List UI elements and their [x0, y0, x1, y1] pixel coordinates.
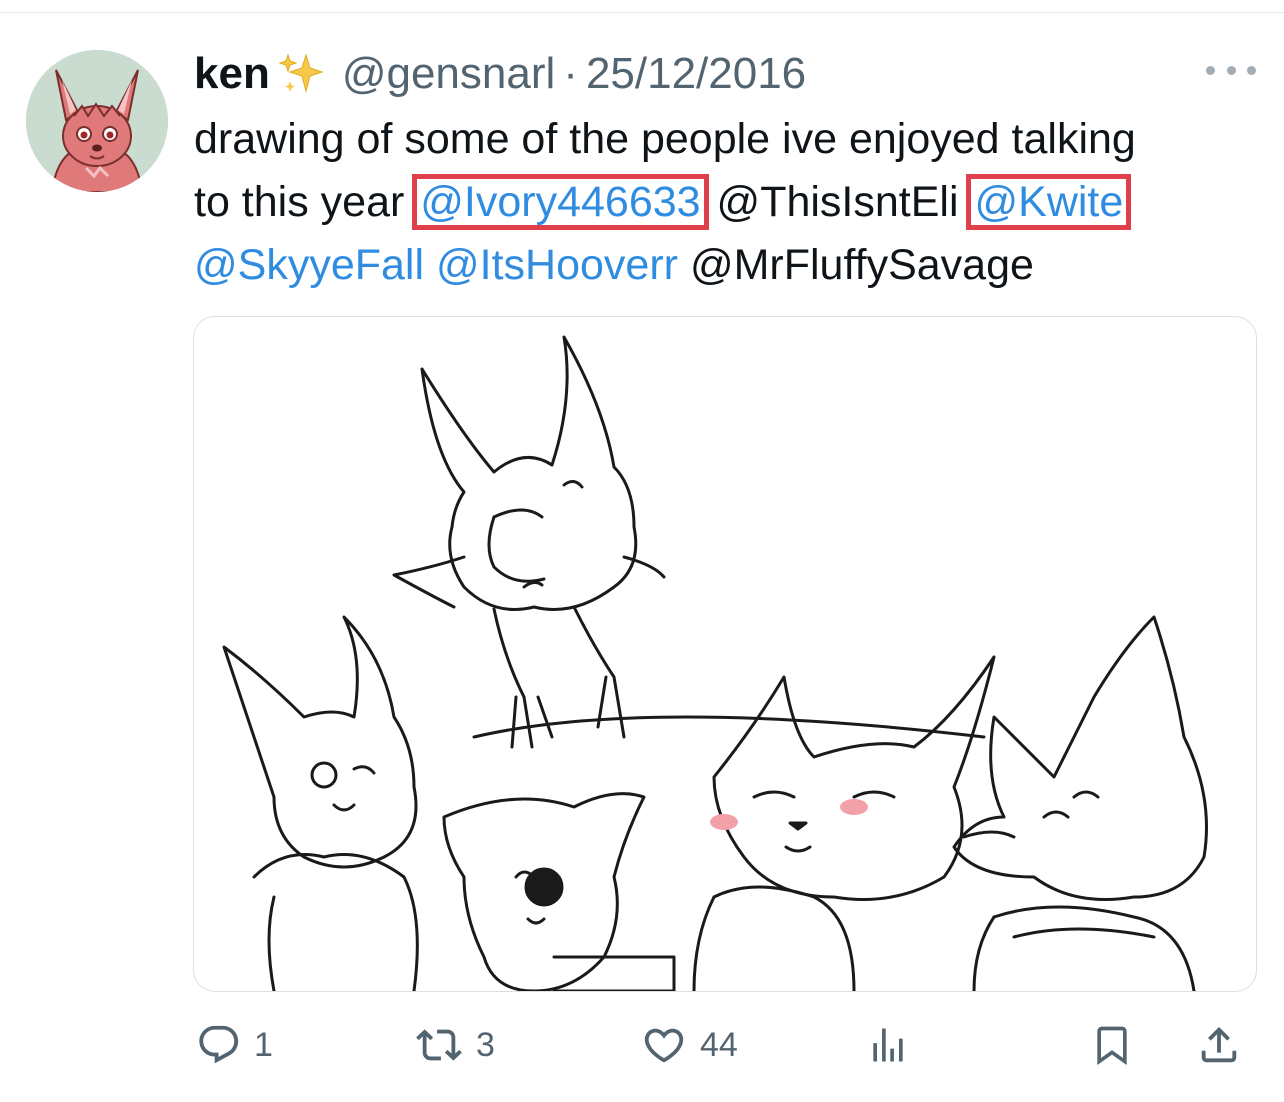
tweet-header: ken @gensnarl · 25/12/2016 [194, 46, 806, 102]
tweet-media[interactable] [193, 316, 1257, 992]
avatar[interactable] [26, 50, 168, 192]
bookmark-button[interactable] [1090, 1022, 1134, 1068]
header-separator: · [563, 49, 578, 98]
retweet-icon [416, 1029, 462, 1061]
bookmark-icon [1097, 1026, 1127, 1066]
mention-itshooverr[interactable]: @ItsHooverr [436, 241, 678, 289]
share-icon [1201, 1026, 1237, 1063]
author-handle[interactable]: @gensnarl [342, 49, 555, 99]
author-name[interactable]: ken [194, 49, 270, 99]
share-button[interactable] [1196, 1022, 1242, 1068]
sparkles-icon [278, 51, 324, 97]
top-divider [0, 12, 1284, 13]
mention-mrfluffysavage[interactable]: @MrFluffySavage [690, 241, 1034, 289]
mention-kwite[interactable]: @Kwite [966, 174, 1132, 230]
tweet-text-line-2: to this year @Ivory446633 @ThisIsntEli @… [194, 171, 1264, 234]
reply-icon [199, 1025, 239, 1064]
avatar-character-image [26, 50, 168, 192]
retweet-button[interactable]: 3 [414, 1022, 495, 1068]
mention-thisisnteli[interactable]: @ThisIsntEli [717, 178, 959, 226]
mention-skyyefall[interactable]: @SkyyeFall [194, 241, 424, 289]
retweet-count: 3 [476, 1025, 495, 1064]
tweet-date[interactable]: 25/12/2016 [586, 49, 806, 99]
tweet-text: drawing of some of the people ive enjoye… [194, 108, 1264, 297]
reply-button[interactable]: 1 [196, 1022, 273, 1068]
bar-chart-icon [873, 1028, 903, 1062]
tweet-text-line-1: drawing of some of the people ive enjoye… [194, 115, 1136, 163]
drawing-image [222, 335, 1208, 991]
heart-icon [644, 1028, 684, 1063]
views-button[interactable] [866, 1022, 910, 1068]
more-options-icon[interactable] [1206, 58, 1256, 82]
tweet-text-prefix: to this year [194, 178, 417, 226]
like-button[interactable]: 44 [640, 1022, 738, 1068]
tweet-text-line-3: @SkyyeFall @ItsHooverr @MrFluffySavage [194, 234, 1264, 297]
mention-ivory446633[interactable]: @Ivory446633 [412, 174, 709, 230]
like-count: 44 [700, 1025, 738, 1064]
tweet-actions: 1 3 44 [0, 1012, 1284, 1082]
reply-count: 1 [254, 1025, 273, 1064]
